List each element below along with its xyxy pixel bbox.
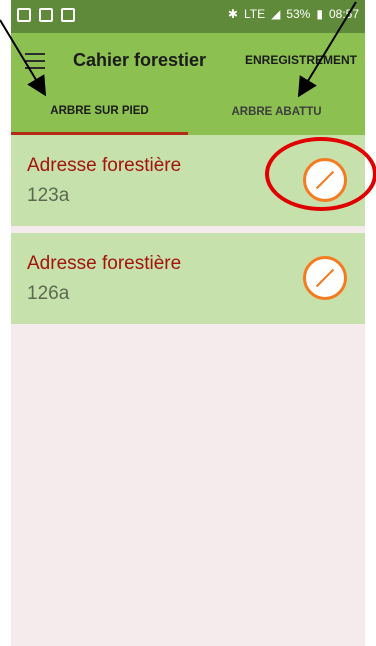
menu-icon[interactable] bbox=[25, 53, 45, 69]
edit-button[interactable] bbox=[303, 256, 347, 300]
page-title: Cahier forestier bbox=[73, 50, 207, 70]
list-item-subtitle: 126a bbox=[27, 283, 70, 304]
battery-percent: 53% bbox=[286, 7, 311, 21]
tab-arbre-abattu[interactable]: ARBRE ABATTU bbox=[188, 89, 365, 135]
image-icon bbox=[61, 8, 75, 22]
time: 08:57 bbox=[328, 7, 359, 21]
pencil-icon bbox=[315, 268, 335, 288]
status-right: ✱ LTE ◢ 53% ▮ 08:57 bbox=[228, 7, 359, 21]
status-bar: ✱ LTE ◢ 53% ▮ 08:57 bbox=[11, 0, 365, 33]
app-screen: ✱ LTE ◢ 53% ▮ 08:57 Cahier forestier ENR… bbox=[11, 0, 365, 646]
tab-arbre-sur-pied[interactable]: ARBRE SUR PIED bbox=[11, 89, 188, 135]
highlight-circle bbox=[265, 137, 376, 211]
cast-icon bbox=[39, 8, 53, 22]
lte-indicator: LTE bbox=[243, 7, 266, 21]
save-button[interactable]: ENREGISTREMENT bbox=[245, 53, 357, 67]
battery-icon: ▮ bbox=[316, 7, 323, 21]
list-item-title: Adresse forestière bbox=[27, 253, 182, 274]
signal-icon: ◢ bbox=[271, 7, 281, 21]
screenshot-icon bbox=[17, 8, 31, 22]
list-item[interactable]: Adresse forestière 126a bbox=[11, 233, 365, 324]
bluetooth-icon: ✱ bbox=[227, 7, 238, 21]
app-toolbar: Cahier forestier ENREGISTREMENT bbox=[11, 33, 365, 89]
notification-icons bbox=[17, 8, 75, 22]
tab-bar: ARBRE SUR PIED ARBRE ABATTU bbox=[11, 89, 365, 135]
